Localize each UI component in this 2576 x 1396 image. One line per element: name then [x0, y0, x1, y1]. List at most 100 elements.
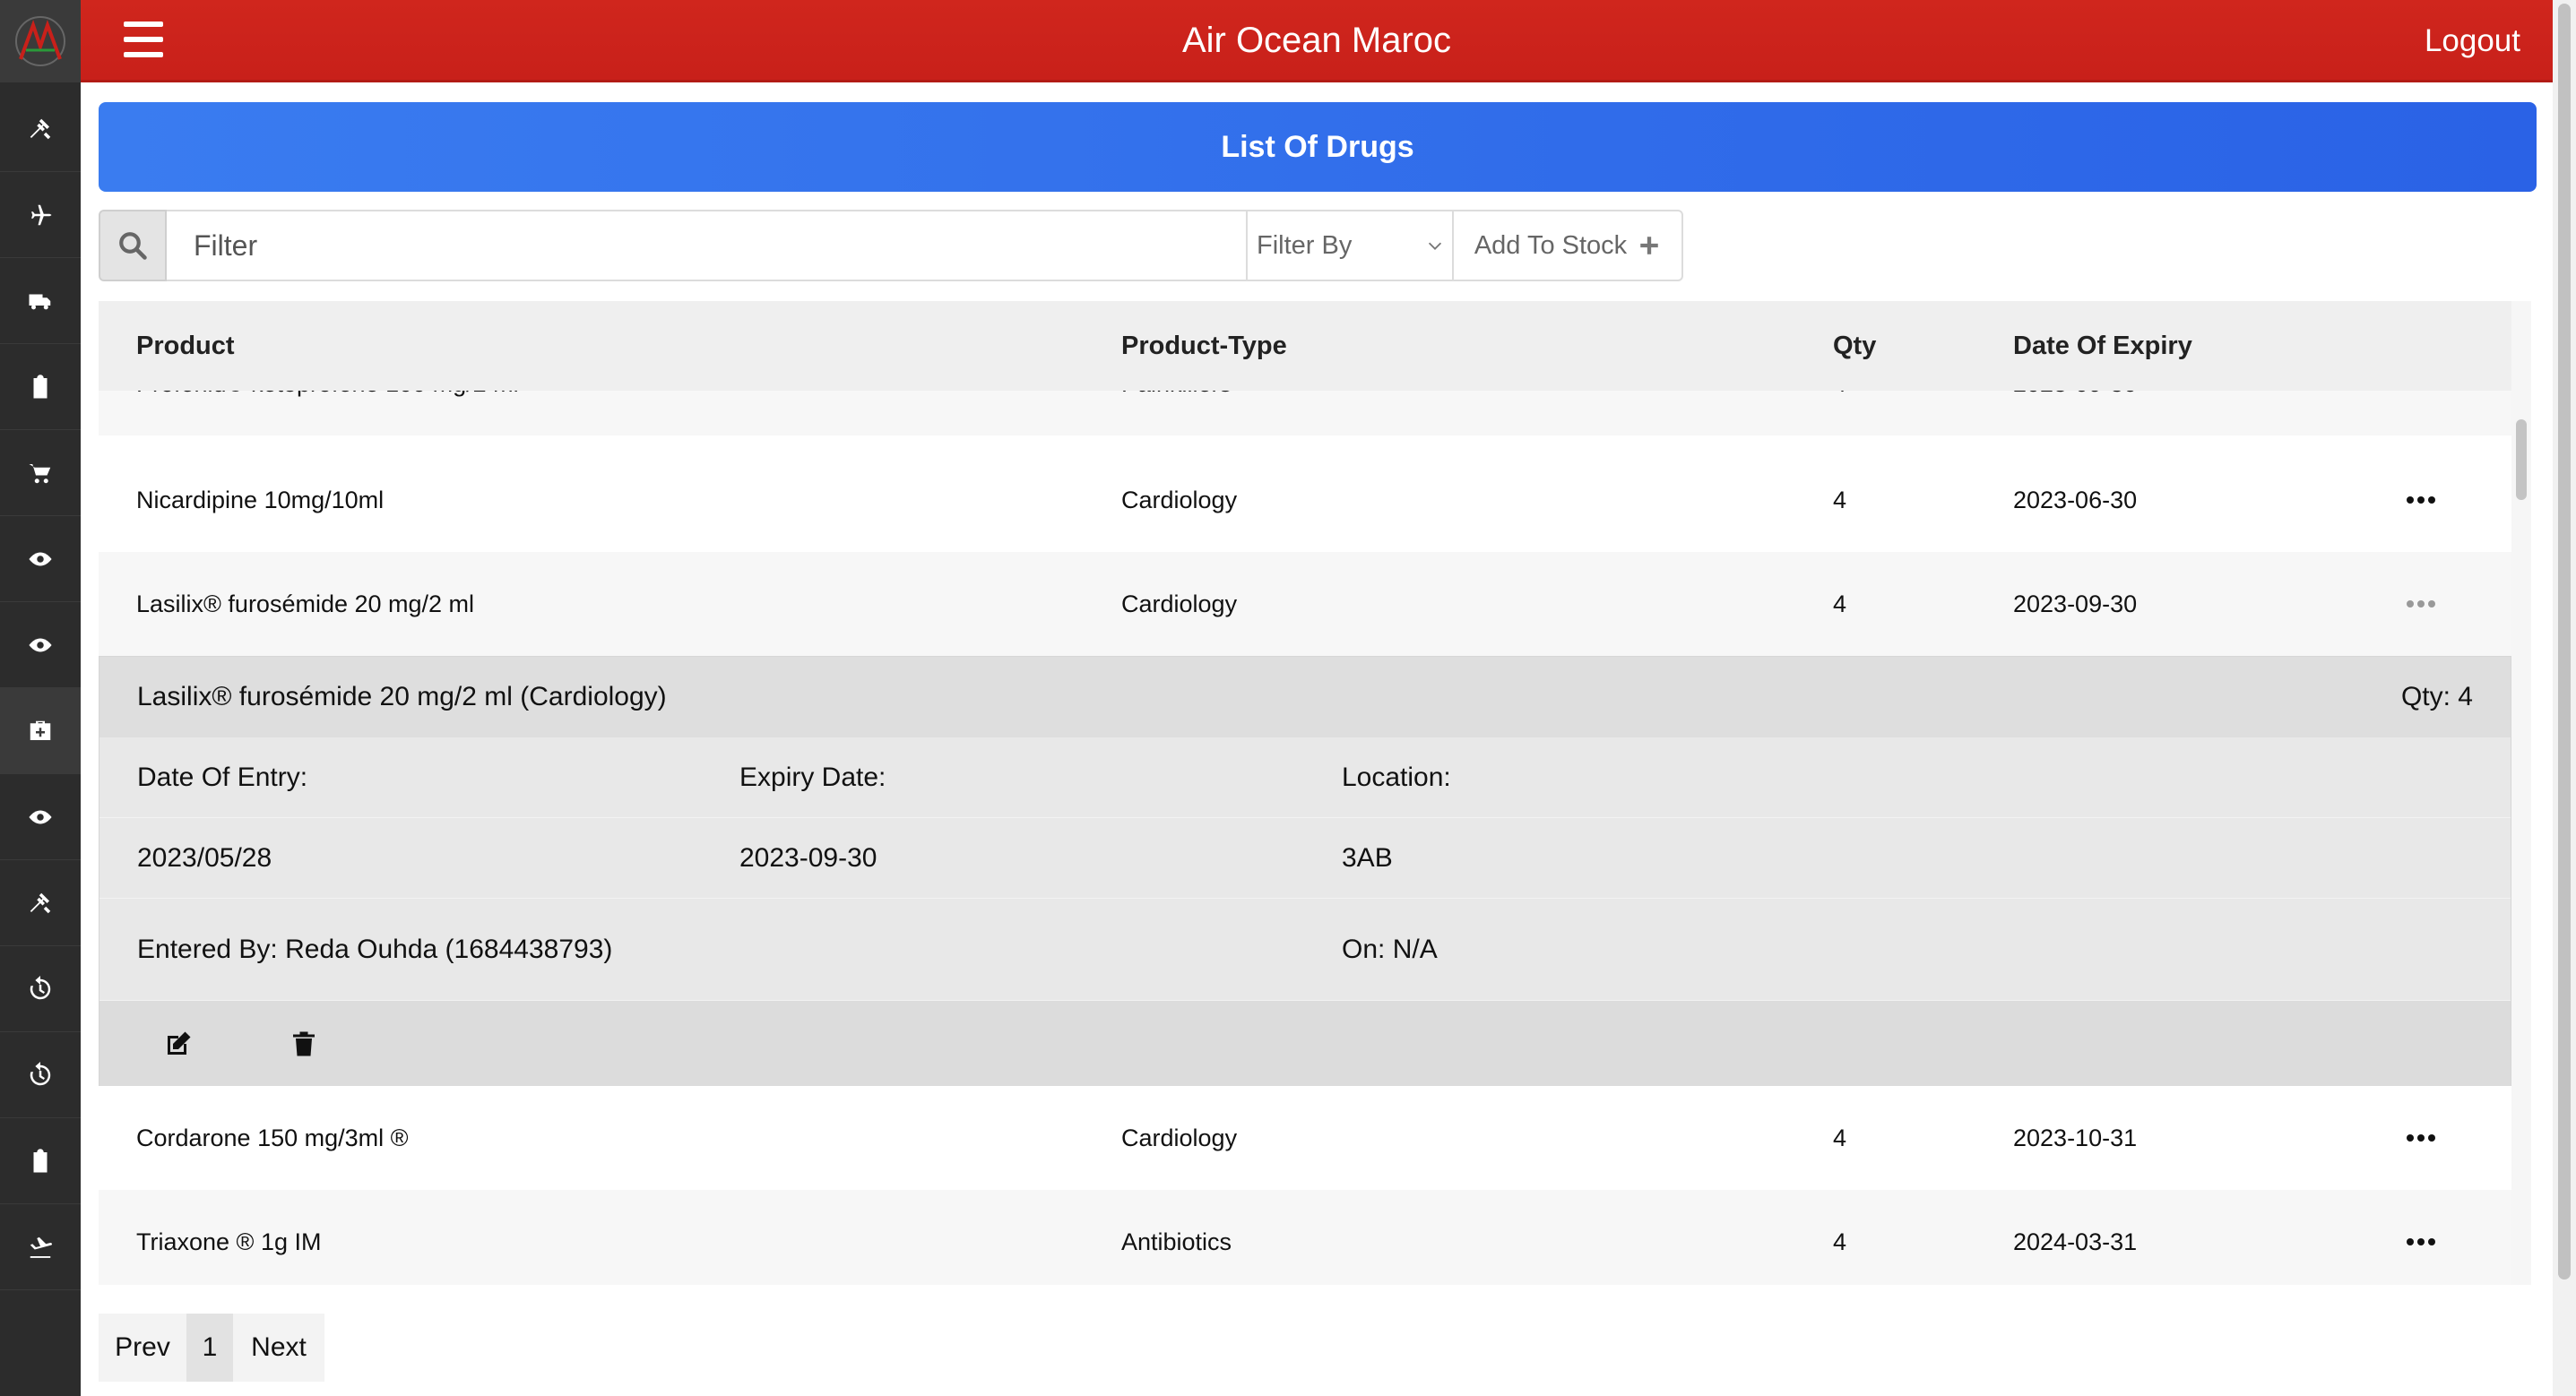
sidebar-item-orders[interactable]	[0, 430, 81, 516]
plus-icon	[1640, 237, 1658, 254]
table-header: Product Product-Type Qty Date Of Expiry	[99, 301, 2511, 391]
truck-icon	[29, 294, 51, 309]
sidebar-item-records[interactable]	[0, 344, 81, 430]
table-row[interactable]: Triaxone ® 1g IM Antibiotics 4 2024-03-3…	[99, 1190, 2511, 1285]
cell-expiry: 2024-03-31	[2013, 1228, 2138, 1255]
sidebar-item-maintenance[interactable]	[0, 860, 81, 946]
logout-button[interactable]: Logout	[2425, 0, 2520, 82]
more-options-icon[interactable]	[2407, 448, 2435, 552]
add-to-stock-label: Add To Stock	[1474, 230, 1628, 260]
clipboard-icon	[33, 1148, 48, 1172]
detail-qty: Qty: 4	[2400, 682, 2473, 711]
medkit-icon	[30, 720, 51, 740]
cell-qty: 4	[1833, 1125, 1847, 1151]
chevron-down-icon	[1428, 242, 1442, 250]
eye-icon	[29, 638, 52, 651]
detail-labels-row: Date Of Entry: Expiry Date: Location:	[99, 737, 2511, 818]
detail-header: Lasilix® furosémide 20 mg/2 ml (Cardiolo…	[99, 657, 2511, 737]
eye-icon	[29, 552, 52, 565]
column-header-product[interactable]: Product	[136, 301, 235, 391]
page-title: List Of Drugs	[99, 102, 2537, 192]
more-options-icon[interactable]	[2407, 552, 2435, 656]
column-header-type[interactable]: Product-Type	[1121, 301, 1287, 391]
entered-on: On: N/A	[1342, 935, 1438, 964]
plane-landing-icon	[30, 1237, 53, 1258]
app-logo[interactable]	[0, 0, 81, 82]
history-icon	[30, 1061, 51, 1085]
sidebar-item-flights[interactable]	[0, 172, 81, 258]
date-of-entry-value: 2023/05/28	[137, 843, 272, 873]
cart-icon	[29, 463, 51, 483]
add-to-stock-button[interactable]: Add To Stock	[1454, 210, 1683, 281]
delete-button[interactable]	[288, 1028, 320, 1060]
sidebar-item-view-1[interactable]	[0, 516, 81, 602]
cell-qty: 4	[1833, 1228, 1847, 1255]
cell-expiry: 2023-09-30	[2013, 590, 2138, 617]
edit-icon	[168, 1031, 191, 1055]
location-label: Location:	[1342, 763, 1451, 792]
pagination: Prev 1 Next	[99, 1314, 324, 1382]
page-scrollbar-thumb[interactable]	[2558, 4, 2571, 1280]
filter-by-select[interactable]: Filter By	[1248, 210, 1454, 281]
clipboard-icon	[33, 374, 48, 398]
detail-values-row: 2023/05/28 2023-09-30 3AB	[99, 818, 2511, 899]
next-page-button[interactable]: Next	[233, 1314, 324, 1382]
sidebar-item-history-1[interactable]	[0, 946, 81, 1032]
sidebar-item-arrivals[interactable]	[0, 1204, 81, 1290]
cell-type: Cardiology	[1121, 487, 1238, 513]
table-row[interactable]: Nicardipine 10mg/10ml Cardiology 4 2023-…	[99, 448, 2511, 552]
table-scrollbar-thumb[interactable]	[2516, 419, 2527, 500]
table-scrollbar[interactable]	[2511, 301, 2531, 1285]
search-icon	[119, 232, 147, 260]
drug-detail-panel: Lasilix® furosémide 20 mg/2 ml (Cardiolo…	[99, 656, 2511, 1087]
sidebar-item-history-2[interactable]	[0, 1032, 81, 1118]
cell-product: Triaxone ® 1g IM	[136, 1228, 322, 1255]
app-title: Air Ocean Maroc	[1181, 21, 1452, 60]
trash-icon	[293, 1031, 315, 1056]
cell-qty: 4	[1833, 487, 1847, 513]
location-value: 3AB	[1342, 843, 1393, 873]
cell-product: Nicardipine 10mg/10ml	[136, 487, 385, 513]
prev-page-button[interactable]: Prev	[99, 1314, 186, 1382]
sidebar-item-drugs[interactable]	[0, 688, 81, 774]
date-of-entry-label: Date Of Entry:	[137, 763, 308, 792]
table-row-selected[interactable]: Lasilix® furosémide 20 mg/2 ml Cardiolog…	[99, 552, 2511, 656]
drugs-table: Product Product-Type Qty Date Of Expiry …	[99, 301, 2511, 1285]
plane-icon	[31, 204, 52, 225]
detail-title: Lasilix® furosémide 20 mg/2 ml (Cardiolo…	[137, 682, 667, 711]
sidebar-item-tools[interactable]	[0, 86, 81, 172]
sidebar-item-transport[interactable]	[0, 258, 81, 344]
filter-bar: Filter Filter By Add To Stock	[99, 210, 1683, 281]
search-button[interactable]	[99, 210, 167, 281]
sidebar-item-view-3[interactable]	[0, 774, 81, 860]
more-options-icon[interactable]	[2407, 1086, 2435, 1190]
more-options-icon[interactable]	[2407, 1190, 2435, 1285]
cell-product: Lasilix® furosémide 20 mg/2 ml	[136, 590, 475, 617]
expiry-date-value: 2023-09-30	[739, 843, 877, 873]
top-bar: Air Ocean Maroc Logout	[81, 0, 2553, 82]
detail-meta-row: Entered By: Reda Ouhda (1684438793) On: …	[99, 899, 2511, 1001]
table-row[interactable]: Cordarone 150 mg/3ml ® Cardiology 4 2023…	[99, 1086, 2511, 1190]
edit-button[interactable]	[162, 1028, 194, 1060]
expiry-date-label: Expiry Date:	[739, 763, 886, 792]
cell-product: Cordarone 150 mg/3ml ®	[136, 1125, 409, 1151]
sidebar-item-view-2[interactable]	[0, 602, 81, 688]
history-icon	[30, 975, 51, 999]
detail-actions	[99, 1001, 2511, 1087]
page-scrollbar[interactable]	[2553, 0, 2576, 1396]
entered-by: Entered By: Reda Ouhda (1684438793)	[137, 935, 613, 964]
logo-icon	[15, 16, 65, 66]
column-header-qty[interactable]: Qty	[1833, 301, 1876, 391]
cell-type: Cardiology	[1121, 1125, 1238, 1151]
sidebar-item-reports[interactable]	[0, 1118, 81, 1204]
cell-expiry: 2023-10-31	[2013, 1125, 2138, 1151]
tools-icon	[30, 892, 51, 913]
column-header-expiry[interactable]: Date Of Expiry	[2013, 301, 2192, 391]
filter-by-label: Filter By	[1257, 230, 1353, 260]
filter-input[interactable]: Filter	[167, 210, 1248, 281]
cell-expiry: 2023-06-30	[2013, 487, 2138, 513]
eye-icon	[29, 810, 52, 823]
page-number-button[interactable]: 1	[186, 1314, 233, 1382]
cell-type: Cardiology	[1121, 590, 1238, 617]
sidebar	[0, 0, 81, 1396]
